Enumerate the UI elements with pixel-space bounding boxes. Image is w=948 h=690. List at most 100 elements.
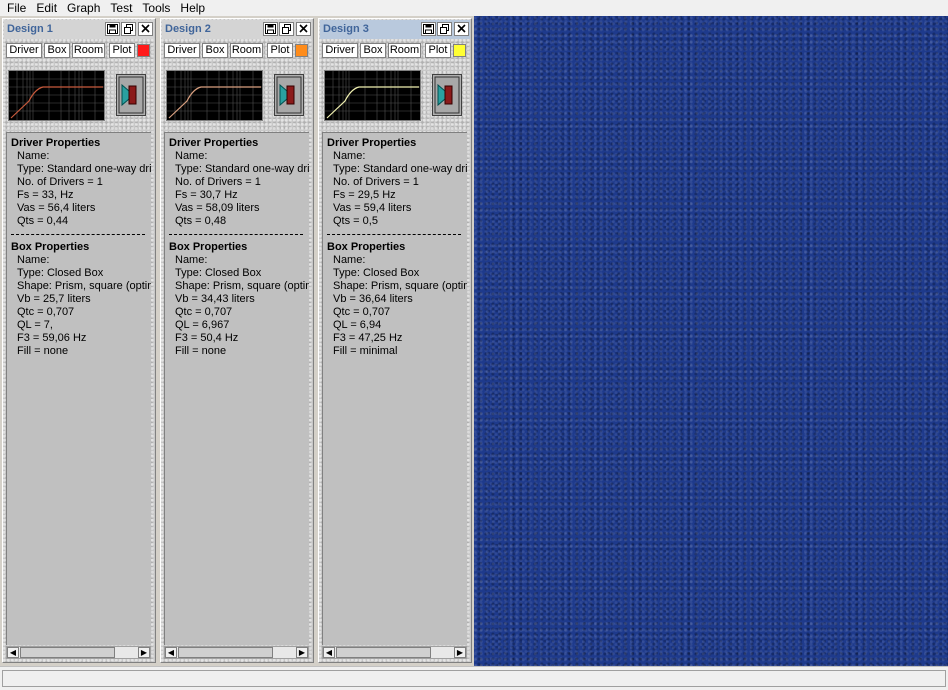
room-button[interactable]: Room [388, 43, 421, 58]
driver-properties-heading: Driver Properties [11, 137, 101, 149]
response-plot-thumbnail[interactable] [166, 70, 263, 121]
box-property: Fill = minimal [333, 345, 398, 357]
driver-property: Fs = 30,7 Hz [175, 189, 238, 201]
box-property: Fill = none [17, 345, 69, 357]
box-property: QL = 6,94 [333, 319, 382, 331]
save-icon[interactable] [105, 22, 120, 36]
box-button[interactable]: Box [44, 43, 70, 58]
panel-titlebar[interactable]: Design 1 [4, 20, 154, 39]
design-panel-1: Design 1 Driver Box Room Plot Driver Pro… [2, 18, 156, 663]
driver-property: Qts = 0,5 [333, 215, 378, 227]
properties-pane: Driver Properties Name: Type: Standard o… [6, 132, 151, 645]
driver-property: Qts = 0,48 [175, 215, 227, 227]
plot-button[interactable]: Plot [425, 43, 451, 58]
menu-test[interactable]: Test [105, 1, 137, 15]
plot-color-swatch[interactable] [137, 44, 150, 57]
panel-title: Design 3 [323, 23, 369, 35]
driver-property: Fs = 29,5 Hz [333, 189, 396, 201]
design-panel-3: Design 3 Driver Box Room Plot Driver Pro… [318, 18, 472, 663]
scroll-thumb[interactable] [336, 647, 431, 658]
horizontal-scrollbar[interactable]: ◀ ▶ [322, 646, 467, 659]
box-property: Name: [333, 254, 366, 266]
panel-titlebar[interactable]: Design 2 [162, 20, 312, 39]
driver-property: No. of Drivers = 1 [17, 176, 103, 188]
properties-pane: Driver Properties Name: Type: Standard o… [164, 132, 309, 645]
room-button[interactable]: Room [230, 43, 263, 58]
restore-icon[interactable] [279, 22, 294, 36]
menu-tools[interactable]: Tools [137, 1, 175, 15]
response-plot-thumbnail[interactable] [8, 70, 105, 121]
driver-properties-heading: Driver Properties [169, 137, 259, 149]
box-button[interactable]: Box [202, 43, 228, 58]
scroll-left-icon[interactable]: ◀ [165, 647, 177, 658]
box-property: Shape: Prism, square (optimum) [333, 280, 467, 292]
plot-button[interactable]: Plot [267, 43, 293, 58]
menu-file[interactable]: File [2, 1, 31, 15]
scroll-left-icon[interactable]: ◀ [7, 647, 19, 658]
driver-property: Vas = 59,4 liters [333, 202, 412, 214]
restore-icon[interactable] [437, 22, 452, 36]
panel-title: Design 2 [165, 23, 211, 35]
driver-property: Vas = 56,4 liters [17, 202, 96, 214]
menu-edit[interactable]: Edit [31, 1, 62, 15]
box-properties-heading: Box Properties [327, 241, 406, 253]
driver-property: Name: [17, 150, 50, 162]
speaker-icon[interactable] [274, 74, 304, 116]
box-property: QL = 6,967 [175, 319, 230, 331]
scroll-left-icon[interactable]: ◀ [323, 647, 335, 658]
driver-property: Type: Standard one-way driver [17, 163, 151, 175]
menu-bar: File Edit Graph Test Tools Help [0, 0, 948, 16]
close-icon[interactable] [296, 22, 311, 36]
scroll-right-icon[interactable]: ▶ [454, 647, 466, 658]
panel-button-row: Driver Box Room Plot [6, 43, 154, 59]
box-property: QL = 7, [17, 319, 53, 331]
status-bar [0, 666, 948, 690]
box-property: Name: [17, 254, 50, 266]
box-property: Fill = none [175, 345, 227, 357]
horizontal-scrollbar[interactable]: ◀ ▶ [164, 646, 309, 659]
horizontal-scrollbar[interactable]: ◀ ▶ [6, 646, 151, 659]
driver-property: Name: [333, 150, 366, 162]
plot-button[interactable]: Plot [109, 43, 135, 58]
driver-property: Qts = 0,44 [17, 215, 69, 227]
box-property: Type: Closed Box [175, 267, 262, 279]
menu-graph[interactable]: Graph [62, 1, 105, 15]
box-property: F3 = 59,06 Hz [17, 332, 87, 344]
speaker-icon[interactable] [432, 74, 462, 116]
box-property: Type: Closed Box [17, 267, 104, 279]
driver-property: Fs = 33, Hz [17, 189, 74, 201]
box-property: Vb = 25,7 liters [17, 293, 91, 305]
scroll-thumb[interactable] [178, 647, 273, 658]
close-icon[interactable] [454, 22, 469, 36]
menu-help[interactable]: Help [175, 1, 210, 15]
save-icon[interactable] [263, 22, 278, 36]
box-property: Shape: Prism, square (optimum) [17, 280, 151, 292]
box-property: Name: [175, 254, 208, 266]
scroll-thumb[interactable] [20, 647, 115, 658]
plot-color-swatch[interactable] [453, 44, 466, 57]
box-button[interactable]: Box [360, 43, 386, 58]
separator [169, 228, 309, 241]
box-property: Vb = 36,64 liters [333, 293, 413, 305]
scroll-right-icon[interactable]: ▶ [138, 647, 150, 658]
driver-button[interactable]: Driver [6, 43, 42, 58]
response-plot-thumbnail[interactable] [324, 70, 421, 121]
plot-color-swatch[interactable] [295, 44, 308, 57]
driver-properties-heading: Driver Properties [327, 137, 417, 149]
box-property: F3 = 50,4 Hz [175, 332, 239, 344]
close-icon[interactable] [138, 22, 153, 36]
driver-property: Name: [175, 150, 208, 162]
speaker-icon[interactable] [116, 74, 146, 116]
panel-button-row: Driver Box Room Plot [322, 43, 470, 59]
restore-icon[interactable] [121, 22, 136, 36]
panel-titlebar[interactable]: Design 3 [320, 20, 470, 39]
box-properties-heading: Box Properties [11, 241, 90, 253]
driver-button[interactable]: Driver [322, 43, 358, 58]
properties-pane: Driver Properties Name: Type: Standard o… [322, 132, 467, 645]
scroll-right-icon[interactable]: ▶ [296, 647, 308, 658]
driver-button[interactable]: Driver [164, 43, 200, 58]
save-icon[interactable] [421, 22, 436, 36]
box-properties-heading: Box Properties [169, 241, 248, 253]
mdi-background [474, 16, 948, 666]
room-button[interactable]: Room [72, 43, 105, 58]
